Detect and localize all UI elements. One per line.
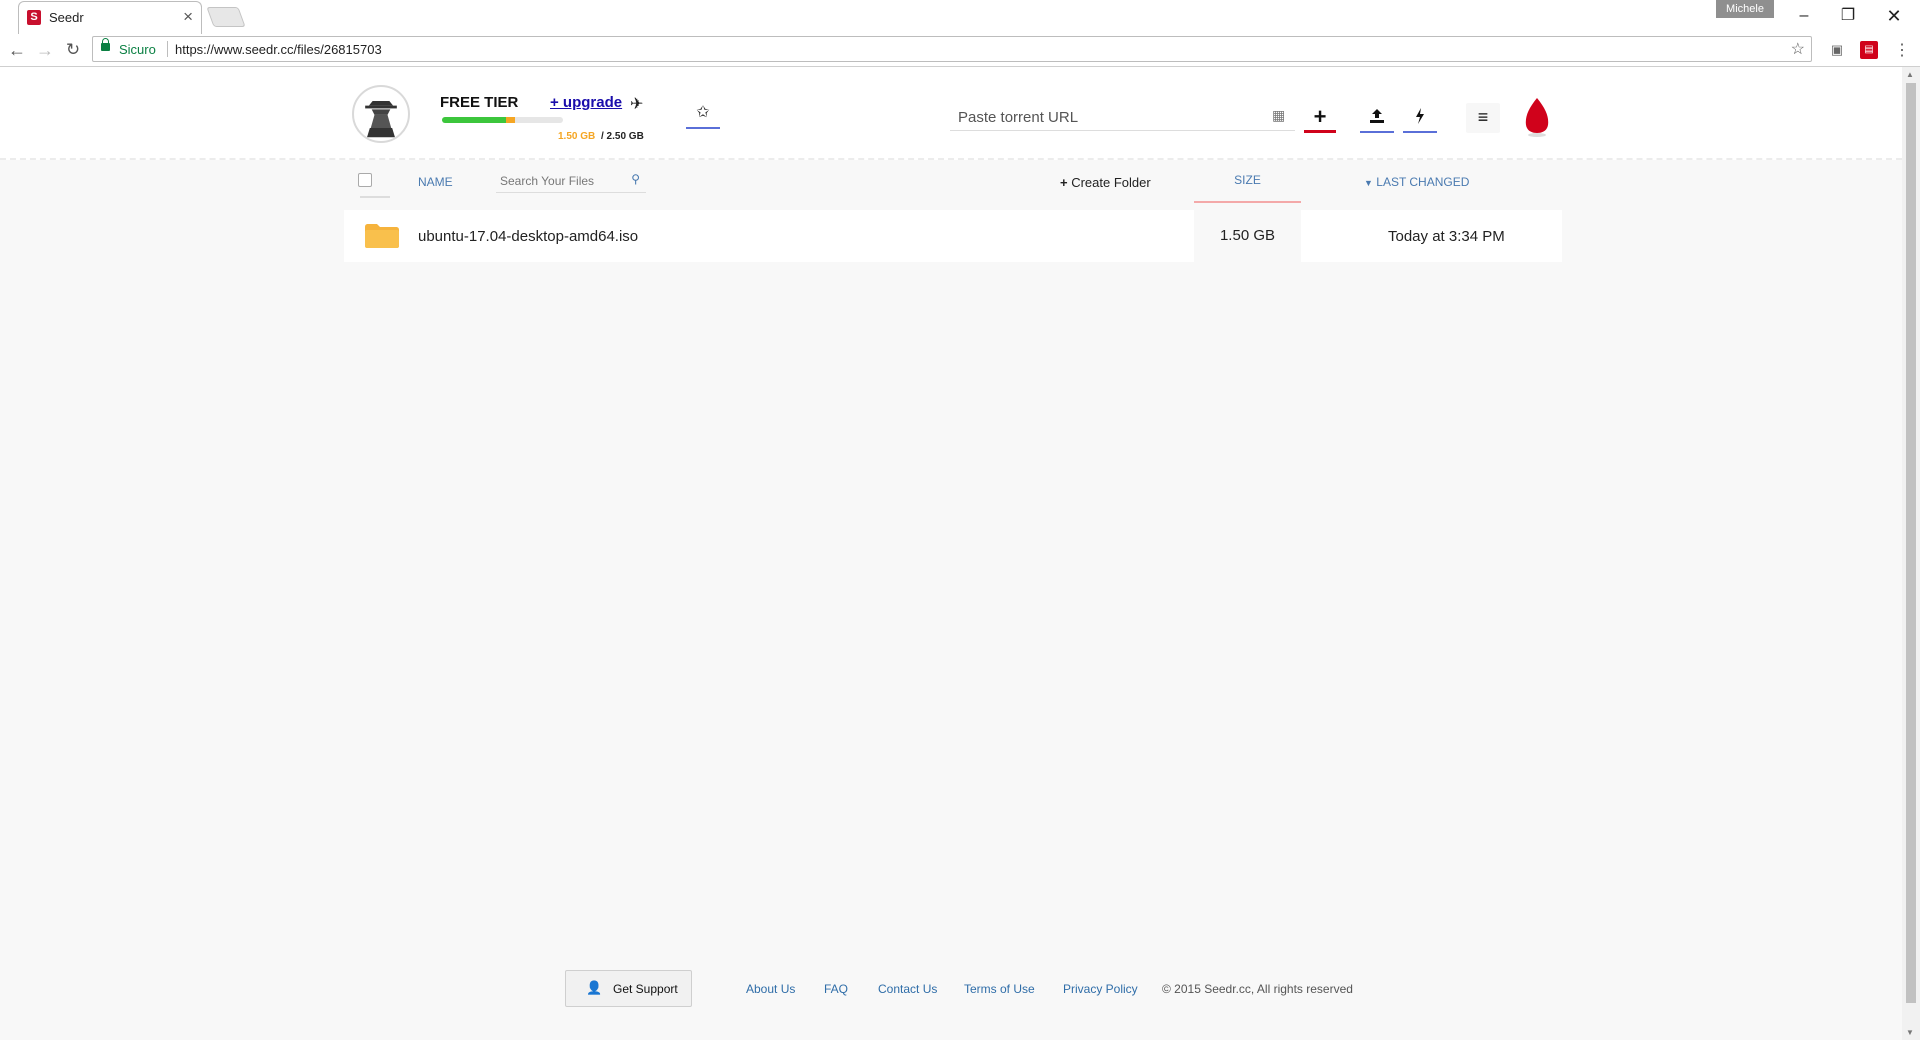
plus-icon: + [1313, 104, 1327, 129]
spy-avatar-icon[interactable] [352, 85, 410, 143]
window-close-icon[interactable]: ✕ [1876, 4, 1912, 28]
page-scrollbar[interactable]: ▲ ▼ [1902, 67, 1920, 1040]
extension-icon[interactable]: ▣ [1828, 41, 1846, 59]
url-text[interactable]: https://www.seedr.cc/files/26815703 [175, 42, 382, 57]
select-all-checkbox[interactable] [358, 173, 372, 187]
checkbox-underline [360, 196, 390, 198]
airplane-icon[interactable]: ✈ [630, 94, 643, 114]
forward-icon[interactable]: → [32, 38, 58, 62]
lock-icon [101, 38, 110, 51]
flash-button[interactable] [1403, 103, 1437, 133]
copyright-text: © 2015 Seedr.cc, All rights reserved [1162, 982, 1353, 996]
magnet-icon[interactable]: ▦ [1272, 107, 1285, 124]
new-tab-button[interactable] [206, 7, 246, 27]
seed-logo-icon[interactable] [1524, 97, 1550, 137]
page: FREE TIER + upgrade ✈ 1.50 GB / 2.50 GB … [0, 67, 1902, 1040]
column-size-header[interactable]: SIZE [1194, 163, 1301, 203]
scroll-up-icon[interactable]: ▲ [1906, 70, 1914, 79]
column-name-header[interactable]: NAME [418, 175, 453, 189]
file-search: ⚲ [496, 170, 646, 193]
upload-button[interactable] [1360, 103, 1394, 133]
file-last-changed: Today at 3:34 PM [1388, 228, 1505, 245]
address-bar[interactable]: Sicuro https://www.seedr.cc/files/268157… [92, 36, 1812, 62]
get-support-label: Get Support [613, 982, 678, 996]
storage-used: 1.50 GB [558, 131, 596, 142]
star-icon: ✩ [696, 104, 710, 121]
search-files-input[interactable] [496, 170, 624, 192]
last-changed-label: LAST CHANGED [1376, 175, 1470, 189]
extension-badge-icon[interactable]: ▤ [1860, 41, 1878, 59]
scroll-thumb[interactable] [1906, 83, 1916, 1003]
browser-menu-icon[interactable]: ⋮ [1894, 40, 1910, 60]
browser-toolbar: ← → ↻ Sicuro https://www.seedr.cc/files/… [0, 34, 1920, 67]
upload-icon [1370, 109, 1384, 123]
secure-label: Sicuro [119, 42, 156, 57]
add-torrent-button[interactable]: + [1304, 103, 1336, 133]
footer-link-about[interactable]: About Us [746, 982, 795, 996]
seedr-favicon-icon: S [27, 10, 41, 25]
sort-caret-icon: ▼ [1364, 178, 1373, 188]
folder-icon [365, 224, 399, 248]
bookmark-star-icon[interactable]: ☆ [1791, 39, 1805, 59]
create-folder-button[interactable]: + Create Folder [1060, 175, 1151, 190]
file-size: 1.50 GB [1194, 210, 1301, 262]
files-table-header: NAME ⚲ + Create Folder SIZE ▼ LAST CHANG… [344, 163, 1562, 203]
footer-link-contact[interactable]: Contact Us [878, 982, 937, 996]
profile-badge[interactable]: Michele [1716, 0, 1774, 18]
close-tab-icon[interactable]: × [183, 7, 193, 27]
footer-link-faq[interactable]: FAQ [824, 982, 848, 996]
hamburger-menu-button[interactable]: ≡ [1466, 103, 1500, 133]
storage-total: / 2.50 GB [601, 131, 644, 142]
tier-label: FREE TIER [440, 94, 519, 111]
minimize-icon[interactable]: – [1786, 4, 1822, 28]
footer-link-terms[interactable]: Terms of Use [964, 982, 1035, 996]
lightning-icon [1416, 108, 1424, 124]
tab-title: Seedr [49, 10, 84, 25]
plus-icon: + [1060, 175, 1068, 190]
browser-tab-strip: S Seedr × Michele – ❐ ✕ [0, 0, 1920, 35]
column-last-changed-header[interactable]: ▼ LAST CHANGED [1364, 175, 1469, 189]
torrent-url-input[interactable] [950, 105, 1295, 131]
storage-progress-fill [442, 117, 515, 123]
support-agent-icon: 👤 [586, 980, 603, 995]
upgrade-link[interactable]: + upgrade [550, 94, 622, 111]
site-header: FREE TIER + upgrade ✈ 1.50 GB / 2.50 GB … [0, 67, 1902, 160]
search-icon[interactable]: ⚲ [631, 172, 640, 186]
footer-link-privacy[interactable]: Privacy Policy [1063, 982, 1138, 996]
scroll-down-icon[interactable]: ▼ [1906, 1028, 1914, 1037]
hamburger-menu-icon: ≡ [1477, 107, 1489, 127]
reload-icon[interactable]: ↻ [60, 38, 86, 62]
file-name[interactable]: ubuntu-17.04-desktop-amd64.iso [418, 228, 638, 245]
get-support-button[interactable]: 👤 Get Support [565, 970, 692, 1007]
storage-progress-bar [442, 117, 563, 123]
back-icon[interactable]: ← [4, 38, 30, 62]
url-divider [167, 41, 168, 57]
favorites-button[interactable]: ✩ [686, 99, 720, 129]
restore-icon[interactable]: ❐ [1830, 4, 1866, 28]
create-folder-label: Create Folder [1071, 175, 1151, 190]
browser-tab[interactable]: S Seedr × [18, 1, 202, 34]
table-row[interactable]: ubuntu-17.04-desktop-amd64.iso 1.50 GB T… [344, 210, 1562, 262]
